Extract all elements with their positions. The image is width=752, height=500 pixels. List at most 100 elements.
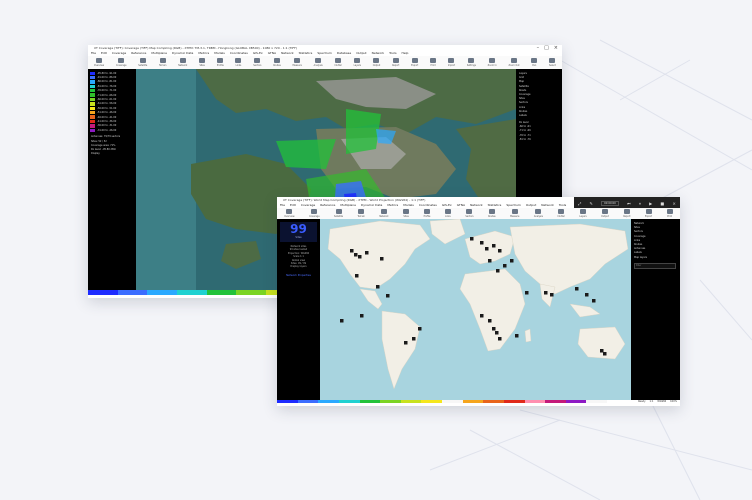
toolbar-button[interactable]: Links	[235, 58, 242, 67]
toolbar-button[interactable]: Layers	[354, 58, 361, 67]
toolbar-button[interactable]: Analysis	[314, 58, 323, 67]
site-marker[interactable]	[354, 253, 358, 257]
toolbar-button[interactable]: Clutter	[334, 58, 342, 67]
site-marker[interactable]	[350, 249, 354, 253]
toolbar-button[interactable]: Sectors	[465, 209, 474, 218]
toolbar-button[interactable]: Satellite	[334, 209, 343, 218]
site-marker[interactable]	[380, 257, 384, 261]
tool-icon	[489, 58, 496, 63]
toolbar-button[interactable]: Output	[373, 58, 380, 67]
skip-back-icon[interactable]: ⏮	[627, 201, 631, 206]
site-marker[interactable]	[550, 293, 554, 297]
site-marker[interactable]	[503, 264, 507, 268]
toolbar-label: Print	[430, 64, 436, 67]
toolbar-button[interactable]: Coverage	[309, 209, 320, 218]
toolbar-button[interactable]: Print	[666, 209, 673, 218]
site-marker[interactable]	[498, 337, 502, 341]
site-marker[interactable]	[544, 291, 548, 295]
toolbar-button[interactable]: Pan	[531, 58, 538, 67]
toolbar-button[interactable]: Report	[392, 58, 399, 67]
site-marker[interactable]	[470, 237, 474, 241]
site-marker[interactable]	[488, 259, 492, 263]
tool-icon	[466, 209, 473, 214]
site-marker[interactable]	[510, 259, 514, 263]
site-marker[interactable]	[592, 299, 596, 303]
toolbar-button[interactable]: Zoom Out	[509, 58, 519, 67]
world-map[interactable]	[320, 219, 631, 400]
tool-icon	[199, 58, 206, 63]
site-marker[interactable]	[600, 349, 604, 353]
pause-icon[interactable]: ⏸	[639, 201, 641, 206]
site-marker[interactable]	[480, 314, 484, 318]
toolbar-button[interactable]: Links	[444, 209, 451, 218]
network-properties-link[interactable]: Network Properties	[277, 274, 320, 277]
toolbar-button[interactable]: Select	[549, 58, 556, 67]
palette-swatch	[524, 400, 546, 403]
site-marker[interactable]	[492, 244, 496, 248]
toolbar-button[interactable]: Profile	[424, 209, 430, 218]
toolbar-button[interactable]: Sectors	[253, 58, 261, 67]
site-marker[interactable]	[603, 352, 607, 356]
toolbar-button[interactable]: Export	[411, 58, 418, 67]
toolbar-button[interactable]: Measure	[293, 58, 302, 67]
toolbar-button[interactable]: Clutter	[557, 209, 565, 218]
legend-swatch	[90, 102, 95, 106]
palette-swatch	[318, 400, 339, 403]
site-marker[interactable]	[585, 293, 589, 297]
site-marker[interactable]	[358, 255, 362, 259]
site-marker[interactable]	[488, 319, 492, 323]
toolbar-label: Layers	[353, 64, 361, 67]
toolbar-button[interactable]: Network	[178, 58, 187, 67]
site-marker[interactable]	[365, 251, 369, 255]
site-marker[interactable]	[485, 247, 489, 251]
site-marker[interactable]	[515, 334, 519, 338]
toolbar-button[interactable]: Terrain	[159, 58, 166, 67]
toolbar-button[interactable]: Routes	[273, 58, 281, 67]
toolbar-button[interactable]: Zoom In	[488, 58, 497, 67]
site-marker[interactable]	[480, 241, 484, 245]
site-marker[interactable]	[404, 341, 408, 345]
site-marker[interactable]	[498, 249, 502, 253]
site-marker[interactable]	[496, 269, 500, 273]
site-marker[interactable]	[525, 291, 529, 295]
site-marker[interactable]	[418, 327, 422, 331]
site-marker[interactable]	[575, 287, 579, 291]
site-marker[interactable]	[376, 285, 380, 289]
toolbar-button[interactable]: Import	[448, 58, 455, 67]
toolbar-button[interactable]: Overview	[94, 58, 104, 67]
toolbar-button[interactable]: Coverage	[116, 58, 126, 67]
toolbar-button[interactable]: Export	[645, 209, 652, 218]
site-marker[interactable]	[492, 327, 496, 331]
toolbar-button[interactable]: Satellite	[138, 58, 147, 67]
toolbar-label: Network	[379, 215, 389, 218]
close-icon[interactable]: ×	[672, 201, 675, 206]
toolbar-button[interactable]: Overview	[284, 209, 295, 218]
filter-input[interactable]	[634, 262, 676, 269]
site-marker[interactable]	[355, 274, 359, 278]
site-marker[interactable]	[360, 314, 364, 318]
site-marker[interactable]	[340, 319, 344, 323]
site-marker[interactable]	[495, 331, 499, 335]
site-marker[interactable]	[386, 294, 390, 298]
toolbar-button[interactable]: Terrain	[358, 209, 365, 218]
edit-icon[interactable]: ✎	[590, 201, 593, 206]
toolbar-button[interactable]: Report	[623, 209, 630, 218]
toolbar-button[interactable]: Routes	[488, 209, 496, 218]
toolbar-label: Report	[623, 215, 631, 218]
toolbar-button[interactable]: Sites	[199, 58, 206, 67]
toolbar-button[interactable]: Network	[379, 209, 389, 218]
toolbar-label: Network	[178, 64, 188, 67]
play-icon[interactable]: ▶	[649, 201, 652, 206]
toolbar-button[interactable]: Settings	[467, 58, 476, 67]
site-marker[interactable]	[412, 337, 416, 341]
zoom-icon[interactable]: ⤢	[578, 201, 581, 206]
toolbar-button[interactable]: Output	[601, 209, 609, 218]
toolbar-button[interactable]: Measure	[510, 209, 519, 218]
toolbar-button[interactable]: Sites	[403, 209, 410, 218]
stop-icon[interactable]: ■	[660, 201, 664, 206]
toolbar-button[interactable]: Layers	[579, 209, 587, 218]
toolbar-button[interactable]: Analysis	[534, 209, 543, 218]
toolbar-button[interactable]: Print	[430, 58, 437, 67]
toolbar-label: Sites	[403, 215, 409, 218]
toolbar-button[interactable]: Profile	[217, 58, 224, 67]
